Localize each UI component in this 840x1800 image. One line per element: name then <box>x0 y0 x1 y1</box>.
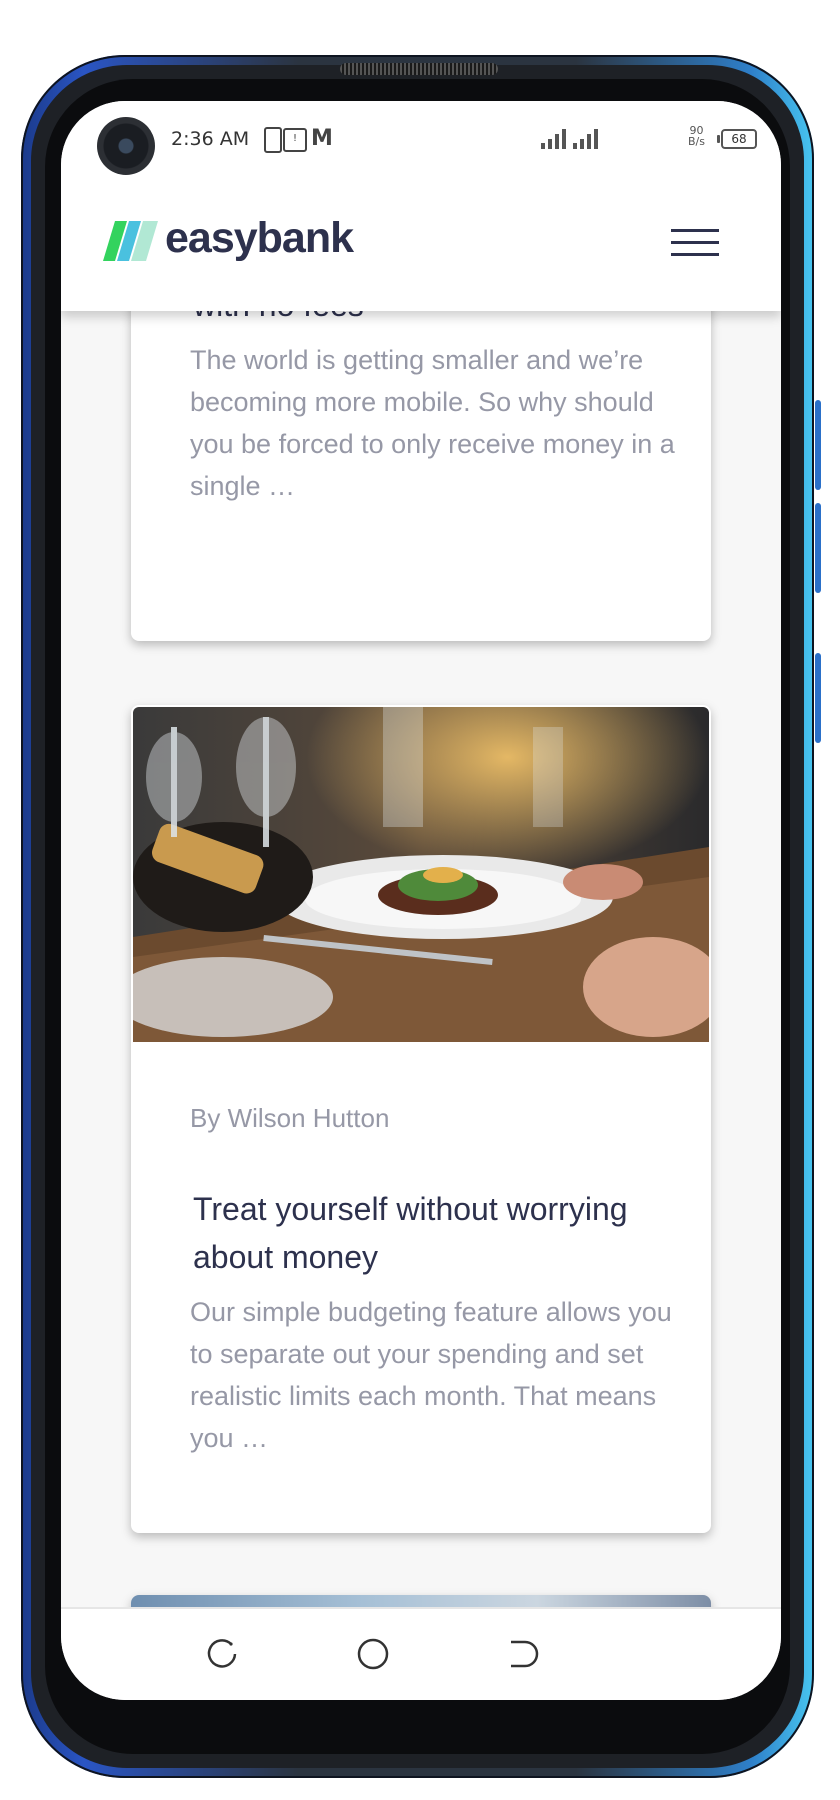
battery-charging-icon <box>264 127 282 153</box>
hamburger-menu-icon[interactable] <box>671 229 719 257</box>
article-image <box>133 707 709 1042</box>
easybank-logo-icon <box>103 221 158 261</box>
article-author: By Wilson Hutton <box>190 1103 390 1133</box>
logo-text[interactable]: easybank <box>165 214 354 263</box>
network-speed-unit: B/s <box>688 135 705 148</box>
status-time: 2:36 AM <box>171 128 250 150</box>
article-title[interactable]: Treat yourself without worrying about mo… <box>193 1185 663 1281</box>
recent-apps-icon[interactable] <box>205 1636 241 1672</box>
article-card[interactable]: By Wilson Hutton Treat yourself without … <box>131 705 711 1533</box>
signal-icon <box>573 129 598 149</box>
earpiece-speaker <box>340 63 498 75</box>
article-excerpt: The world is getting smaller and we’re b… <box>190 345 675 501</box>
home-icon[interactable] <box>355 1636 391 1672</box>
power-button <box>815 653 821 743</box>
signal-4g-icon <box>541 129 566 149</box>
volume-down-button <box>815 503 821 593</box>
sim-card-icon: ! <box>283 128 307 152</box>
back-icon[interactable] <box>503 1636 539 1672</box>
gmail-icon: M <box>311 126 333 151</box>
volume-up-button <box>815 400 821 490</box>
device-screen: 2:36 AM ! M 90 B/s 68 easybank Receive m… <box>61 101 781 1700</box>
status-bar: 2:36 AM ! M 90 B/s 68 <box>61 101 781 201</box>
battery-icon: 68 <box>717 129 757 149</box>
restaurant-dinner-photo <box>133 707 709 1042</box>
article-excerpt: Our simple budgeting feature allows you … <box>190 1297 672 1453</box>
front-camera <box>97 117 155 175</box>
network-speed: 90 B/s <box>688 125 705 147</box>
battery-level: 68 <box>731 132 747 146</box>
navigation-bar <box>61 1607 781 1700</box>
